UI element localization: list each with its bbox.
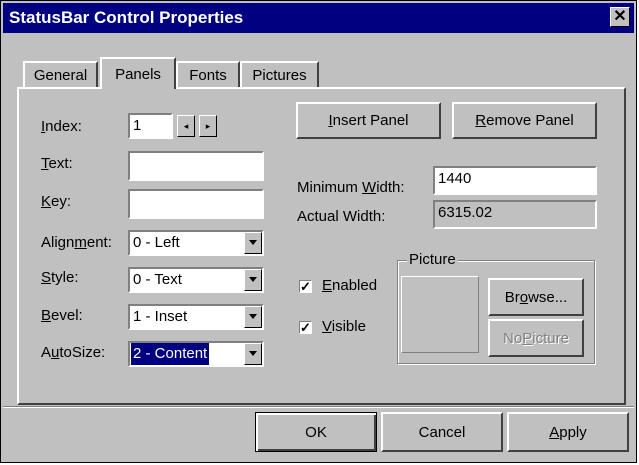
actual-width-field: 6315.02 (433, 200, 597, 229)
browse-button[interactable]: Br o wse... (488, 278, 584, 316)
chevron-down-icon[interactable] (244, 306, 262, 328)
key-field[interactable] (128, 189, 264, 219)
checkmark-icon: ✓ (300, 279, 311, 294)
alignment-combo[interactable]: 0 - Left (128, 230, 264, 256)
arrow-left-icon: ◂ (183, 120, 189, 131)
chevron-down-icon[interactable] (244, 269, 262, 291)
index-field[interactable]: 1 (128, 113, 173, 139)
arrow-right-icon: ▸ (205, 120, 211, 131)
alignment-label: Alignment: (41, 234, 112, 251)
autosize-combo[interactable]: 2 - Content (128, 341, 264, 367)
footer-separator (3, 406, 634, 408)
text-label: Text: (41, 155, 73, 172)
autosize-label: AutoSize: (41, 344, 106, 361)
picture-preview (401, 276, 479, 353)
text-field[interactable] (128, 151, 264, 181)
properties-dialog: StatusBar Control Properties ✕ General P… (0, 0, 637, 463)
actual-width-label: Actual Width: (297, 208, 386, 225)
index-prev-button[interactable]: ◂ (177, 115, 195, 137)
checkmark-icon: ✓ (300, 320, 311, 335)
minimum-width-label: Minimum Width: (297, 179, 405, 196)
key-label: Key: (41, 193, 72, 210)
insert-panel-button[interactable]: Insert Panel (296, 102, 441, 139)
bevel-combo[interactable]: 1 - Inset (128, 304, 264, 330)
remove-panel-button[interactable]: Remove Panel (452, 102, 597, 139)
style-label: Style: (41, 269, 79, 286)
index-next-button[interactable]: ▸ (199, 115, 217, 137)
apply-button[interactable]: Apply (507, 412, 629, 452)
picture-group-title: Picture (407, 251, 458, 268)
ok-button[interactable]: OK (255, 412, 377, 452)
style-combo[interactable]: 0 - Text (128, 267, 264, 293)
minimum-width-field[interactable]: 1440 (433, 166, 597, 195)
chevron-down-icon[interactable] (244, 232, 262, 254)
index-label: Index: (41, 118, 82, 135)
enabled-label[interactable]: Enabled (322, 277, 377, 294)
enabled-checkbox[interactable]: ✓ (299, 280, 312, 293)
visible-checkbox[interactable]: ✓ (299, 321, 312, 334)
chevron-down-icon[interactable] (244, 343, 262, 365)
no-picture-button: No Picture (488, 319, 584, 357)
cancel-button[interactable]: Cancel (381, 412, 503, 452)
visible-label[interactable]: Visible (322, 318, 366, 335)
bevel-label: Bevel: (41, 307, 83, 324)
